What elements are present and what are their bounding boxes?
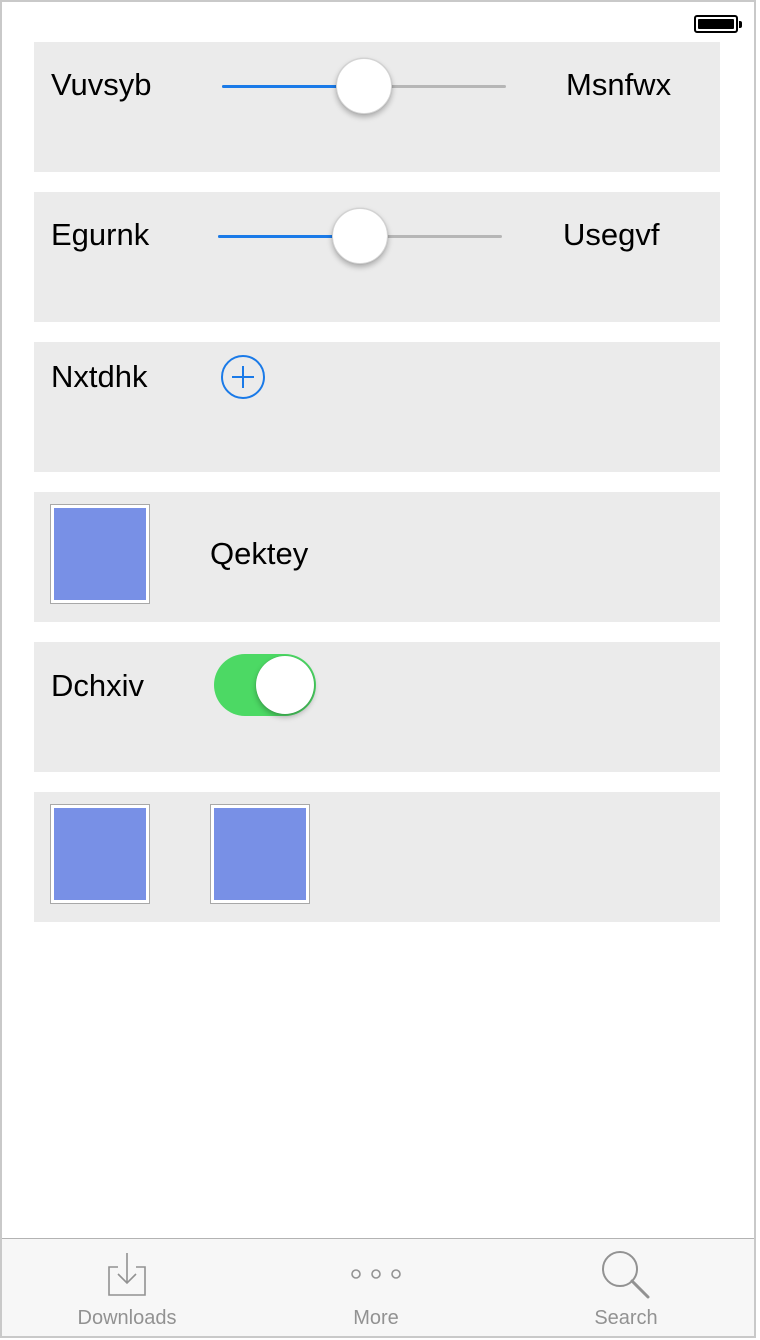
- tab-downloads[interactable]: Downloads: [27, 1239, 227, 1336]
- tab-label: Downloads: [77, 1307, 177, 1329]
- toggle-switch[interactable]: [214, 654, 316, 716]
- toggle-row-label: Dchxiv: [51, 668, 145, 703]
- toggle-knob: [256, 656, 314, 714]
- image-row-label: Qektey: [210, 536, 309, 571]
- search-icon: [602, 1251, 650, 1299]
- add-row-label: Nxtdhk: [51, 359, 148, 394]
- add-row: Nxtdhk: [34, 342, 720, 472]
- slider-thumb[interactable]: [336, 58, 392, 114]
- image-row: Qektey: [34, 492, 720, 622]
- more-icon: [351, 1269, 401, 1279]
- tab-label: More: [353, 1307, 399, 1329]
- image-thumbnail: [210, 804, 310, 904]
- images-row: [34, 792, 720, 922]
- device-screen: Vuvsyb Msnfwx Egurnk Usegvf Nxtdhk Qekte…: [0, 0, 756, 1338]
- slider-1[interactable]: [222, 56, 506, 116]
- slider-left-label: Egurnk: [51, 217, 150, 252]
- slider-row-2: Egurnk Usegvf: [34, 192, 720, 322]
- toggle-row: Dchxiv: [34, 642, 720, 772]
- tab-search[interactable]: Search: [526, 1239, 726, 1336]
- battery-full-icon: [694, 15, 742, 33]
- tab-more[interactable]: More: [276, 1239, 476, 1336]
- tab-label: Search: [594, 1307, 658, 1329]
- downloads-icon: [108, 1253, 146, 1296]
- slider-right-label: Usegvf: [563, 217, 660, 252]
- image-thumbnail: [50, 504, 150, 604]
- slider-right-label: Msnfwx: [566, 67, 672, 102]
- slider-left-label: Vuvsyb: [51, 67, 152, 102]
- image-thumbnail: [50, 804, 150, 904]
- plus-circle-icon[interactable]: [221, 355, 265, 399]
- slider-thumb[interactable]: [332, 208, 388, 264]
- slider-row-1: Vuvsyb Msnfwx: [34, 42, 720, 172]
- tab-bar: Downloads More Search: [2, 1238, 754, 1336]
- status-bar: [2, 2, 754, 42]
- slider-2[interactable]: [218, 206, 502, 266]
